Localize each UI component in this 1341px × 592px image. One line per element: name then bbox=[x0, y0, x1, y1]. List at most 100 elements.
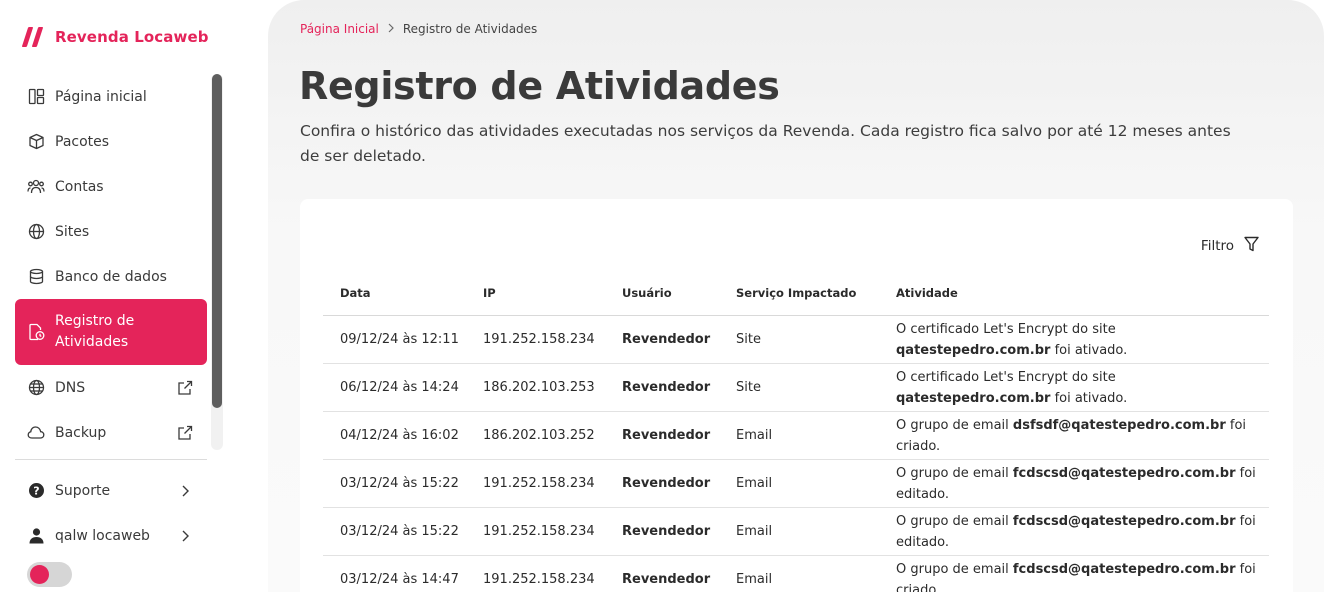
chevron-right-icon bbox=[177, 528, 193, 544]
sidebar-item-label: Banco de dados bbox=[55, 268, 167, 285]
cell-date: 03/12/24 às 14:47 bbox=[340, 572, 459, 587]
activity-text: O grupo de email bbox=[896, 417, 1013, 433]
svg-text:?: ? bbox=[33, 485, 39, 498]
cell-date: 09/12/24 às 12:11 bbox=[340, 332, 459, 347]
external-link-icon bbox=[177, 380, 193, 396]
table-row: 04/12/24 às 16:02 186.202.103.252 Revend… bbox=[323, 412, 1269, 460]
sidebar-item-label: Pacotes bbox=[55, 133, 110, 150]
cell-user: Revendedor bbox=[622, 476, 711, 491]
cell-user: Revendedor bbox=[622, 332, 711, 347]
activity-target: dsfsdf@qatestepedro.com.br bbox=[1012, 417, 1226, 433]
column-header-service: Serviço Impactado bbox=[736, 286, 857, 300]
column-header-date: Data bbox=[340, 286, 371, 300]
cell-activity: O certificado Let's Encrypt do site qate… bbox=[896, 319, 1269, 361]
chevron-right-icon bbox=[386, 22, 396, 36]
sidebar-item-label: Backup bbox=[55, 424, 107, 441]
table-header: Data IP Usuário Serviço Impactado Ativid… bbox=[323, 271, 1269, 316]
activity-table: Data IP Usuário Serviço Impactado Ativid… bbox=[323, 271, 1269, 592]
activity-text: O grupo de email bbox=[896, 465, 1013, 481]
filter-label: Filtro bbox=[1200, 238, 1234, 254]
sidebar-item-suporte[interactable]: ? Suporte bbox=[15, 468, 207, 513]
brand-logo[interactable]: Revenda Locaweb bbox=[21, 24, 209, 50]
cell-date: 06/12/24 às 14:24 bbox=[340, 380, 459, 395]
sidebar-divider bbox=[15, 459, 207, 460]
activity-text: O grupo de email bbox=[896, 513, 1013, 529]
cell-service: Email bbox=[736, 428, 773, 443]
breadcrumb-home-link[interactable]: Página Inicial bbox=[300, 22, 379, 36]
sidebar: Revenda Locaweb Página inicial Pacotes C… bbox=[0, 0, 224, 592]
cell-service: Site bbox=[736, 332, 761, 347]
cloud-icon bbox=[27, 424, 45, 442]
sidebar-item-pagina-inicial[interactable]: Página inicial bbox=[15, 74, 207, 119]
table-row: 09/12/24 às 12:11 191.252.158.234 Revend… bbox=[323, 316, 1269, 364]
sidebar-item-dns[interactable]: DNS bbox=[15, 365, 207, 410]
activity-log-icon bbox=[27, 323, 45, 341]
sidebar-scrollbar-thumb[interactable] bbox=[212, 74, 222, 408]
sidebar-item-registro-de-atividades[interactable]: Registro de Atividades bbox=[15, 299, 207, 365]
toggle-knob bbox=[30, 565, 49, 584]
cell-activity: O grupo de email fcdscsd@qatestepedro.co… bbox=[896, 511, 1269, 553]
activity-text: O certificado Let's Encrypt do site bbox=[896, 369, 1116, 385]
cell-service: Email bbox=[736, 476, 773, 491]
sidebar-item-contas[interactable]: Contas bbox=[15, 164, 207, 209]
sidebar-item-label: Contas bbox=[55, 178, 104, 195]
cell-user: Revendedor bbox=[622, 524, 711, 539]
help-icon: ? bbox=[27, 482, 45, 500]
page-title: Registro de Atividades bbox=[299, 64, 780, 108]
theme-toggle[interactable] bbox=[27, 562, 72, 587]
table-row: 03/12/24 às 15:22 191.252.158.234 Revend… bbox=[323, 460, 1269, 508]
sidebar-nav: Página inicial Pacotes Contas Sites Banc… bbox=[15, 74, 207, 455]
activity-target: fcdscsd@qatestepedro.com.br bbox=[1012, 561, 1236, 577]
brand-name: Revenda Locaweb bbox=[55, 28, 209, 46]
sidebar-item-label: qalw locaweb bbox=[55, 527, 150, 544]
column-header-user: Usuário bbox=[622, 286, 672, 300]
sidebar-item-user-account[interactable]: qalw locaweb bbox=[15, 513, 207, 558]
sidebar-item-label-line1: Registro de bbox=[55, 313, 135, 329]
breadcrumb: Página Inicial Registro de Atividades bbox=[300, 22, 537, 36]
activity-text: O grupo de email bbox=[896, 561, 1013, 577]
cell-service: Email bbox=[736, 524, 773, 539]
activity-target: fcdscsd@qatestepedro.com.br bbox=[1012, 465, 1236, 481]
activity-text: O certificado Let's Encrypt do site bbox=[896, 321, 1116, 337]
sidebar-item-label: Suporte bbox=[55, 482, 111, 499]
sidebar-item-backup[interactable]: Backup bbox=[15, 410, 207, 455]
dashboard-icon bbox=[27, 88, 45, 106]
cell-date: 03/12/24 às 15:22 bbox=[340, 476, 459, 491]
table-row: 03/12/24 às 15:22 191.252.158.234 Revend… bbox=[323, 508, 1269, 556]
dns-globe-icon bbox=[27, 379, 45, 397]
activity-text: foi ativado. bbox=[1050, 390, 1128, 406]
cell-date: 03/12/24 às 15:22 bbox=[340, 524, 459, 539]
user-icon bbox=[27, 527, 45, 545]
cell-ip: 191.252.158.234 bbox=[483, 572, 595, 587]
main-content: Página Inicial Registro de Atividades Re… bbox=[268, 0, 1324, 592]
cell-ip: 186.202.103.252 bbox=[483, 428, 595, 443]
activity-target: fcdscsd@qatestepedro.com.br bbox=[1012, 513, 1236, 529]
breadcrumb-current: Registro de Atividades bbox=[402, 22, 538, 36]
filter-button[interactable]: Filtro bbox=[1201, 236, 1259, 256]
column-header-activity: Atividade bbox=[896, 285, 958, 300]
column-header-ip: IP bbox=[483, 286, 496, 300]
cell-activity: O certificado Let's Encrypt do site qate… bbox=[896, 367, 1269, 409]
globe-icon bbox=[27, 223, 45, 241]
cell-ip: 191.252.158.234 bbox=[483, 332, 595, 347]
activity-target: qatestepedro.com.br bbox=[896, 390, 1051, 406]
sidebar-item-label: Página inicial bbox=[55, 88, 147, 105]
cell-activity: O grupo de email fcdscsd@qatestepedro.co… bbox=[896, 559, 1269, 592]
sidebar-item-label-line2: Atividades bbox=[55, 334, 129, 350]
cell-user: Revendedor bbox=[622, 428, 711, 443]
cell-activity: O grupo de email fcdscsd@qatestepedro.co… bbox=[896, 463, 1269, 505]
external-link-icon bbox=[177, 425, 193, 441]
sidebar-item-pacotes[interactable]: Pacotes bbox=[15, 119, 207, 164]
cell-activity: O grupo de email dsfsdf@qatestepedro.com… bbox=[896, 415, 1269, 457]
table-row: 06/12/24 às 14:24 186.202.103.253 Revend… bbox=[323, 364, 1269, 412]
sidebar-item-banco-de-dados[interactable]: Banco de dados bbox=[15, 254, 207, 299]
sidebar-item-label: DNS bbox=[55, 379, 86, 396]
sidebar-item-sites[interactable]: Sites bbox=[15, 209, 207, 254]
cell-ip: 186.202.103.253 bbox=[483, 380, 595, 395]
database-icon bbox=[27, 268, 45, 286]
sidebar-bottom-nav: ? Suporte qalw locaweb bbox=[15, 468, 207, 558]
cell-ip: 191.252.158.234 bbox=[483, 476, 595, 491]
cell-user: Revendedor bbox=[622, 572, 711, 587]
sidebar-item-label: Registro de Atividades bbox=[55, 311, 193, 353]
table-row: 03/12/24 às 14:47 191.252.158.234 Revend… bbox=[323, 556, 1269, 592]
